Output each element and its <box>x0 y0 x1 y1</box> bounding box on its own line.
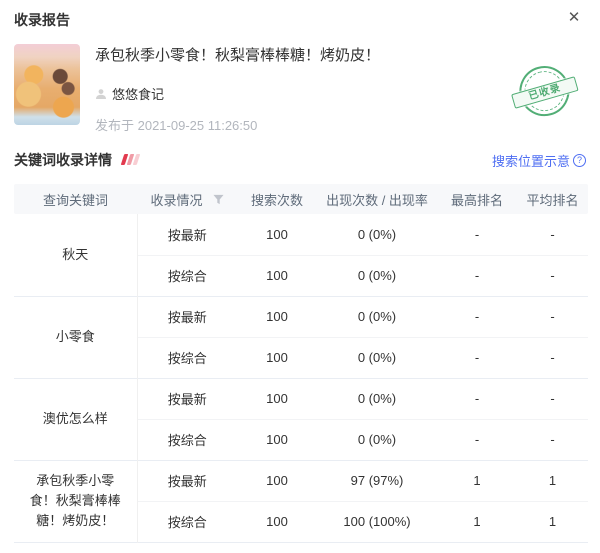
search-position-link-label: 搜索位置示意 <box>492 151 570 170</box>
col-header-searches: 搜索次数 <box>237 184 317 214</box>
appearance-cell: 0 (0%) <box>317 419 437 460</box>
search-position-link[interactable]: 搜索位置示意 ? <box>492 151 586 170</box>
searches-cell: 100 <box>237 501 317 542</box>
avatar-icon <box>95 88 107 100</box>
mode-cell: 按最新 <box>137 460 237 501</box>
note-author-row: 悠悠食记 <box>95 84 496 103</box>
avg-rank-cell: - <box>517 337 588 378</box>
searches-cell: 100 <box>237 255 317 296</box>
table-row: 小零食 按最新 100 0 (0%) - - <box>14 296 588 337</box>
appearance-cell: 0 (0%) <box>317 378 437 419</box>
mode-cell: 按综合 <box>137 419 237 460</box>
searches-cell: 100 <box>237 419 317 460</box>
table-row: 承包秋季小零食！秋梨膏棒棒糖！烤奶皮！ 按最新 100 97 (97%) 1 1 <box>14 460 588 501</box>
avg-rank-cell: - <box>517 296 588 337</box>
best-rank-cell: - <box>437 255 517 296</box>
col-header-keyword: 查询关键词 <box>14 184 137 214</box>
section-header: 关键词收录详情 搜索位置示意 ? <box>14 150 586 170</box>
table-row: 秋天 按最新 100 0 (0%) - - <box>14 214 588 255</box>
modal-header: 收录报告 ✕ <box>14 10 586 32</box>
help-icon[interactable]: ? <box>573 154 586 167</box>
section-title: 关键词收录详情 <box>14 150 112 170</box>
note-author: 悠悠食记 <box>112 84 164 103</box>
mode-cell: 按综合 <box>137 501 237 542</box>
keyword-cell: 澳优怎么样 <box>14 378 137 460</box>
appearance-cell: 100 (100%) <box>317 501 437 542</box>
avg-rank-cell: - <box>517 378 588 419</box>
keyword-cell: 承包秋季小零食！秋梨膏棒棒糖！烤奶皮！ <box>14 460 137 542</box>
appearance-cell: 0 (0%) <box>317 214 437 255</box>
avg-rank-cell: 1 <box>517 460 588 501</box>
mode-cell: 按综合 <box>137 255 237 296</box>
best-rank-cell: - <box>437 337 517 378</box>
appearance-cell: 0 (0%) <box>317 255 437 296</box>
mode-cell: 按最新 <box>137 378 237 419</box>
included-stamp: 已收录 <box>509 57 581 129</box>
note-summary: 承包秋季小零食！秋梨膏棒棒糖！烤奶皮！ 悠悠食记 发布于 2021-09-25 … <box>14 44 586 126</box>
best-rank-cell: - <box>437 419 517 460</box>
searches-cell: 100 <box>237 214 317 255</box>
keyword-cell: 秋天 <box>14 214 137 296</box>
note-title: 承包秋季小零食！秋梨膏棒棒糖！烤奶皮！ <box>95 46 496 66</box>
col-header-appearance: 出现次数 / 出现率 <box>317 184 437 214</box>
col-header-avg-rank: 平均排名 <box>517 184 588 214</box>
filter-icon[interactable] <box>213 194 224 205</box>
searches-cell: 100 <box>237 378 317 419</box>
best-rank-cell: 1 <box>437 501 517 542</box>
searches-cell: 100 <box>237 337 317 378</box>
best-rank-cell: - <box>437 214 517 255</box>
table-header-row: 查询关键词 收录情况 搜索次数 出现次数 / 出现率 最高排名 平均排名 <box>14 184 588 214</box>
appearance-cell: 97 (97%) <box>317 460 437 501</box>
keyword-cell: 小零食 <box>14 296 137 378</box>
avg-rank-cell: - <box>517 214 588 255</box>
best-rank-cell: 1 <box>437 460 517 501</box>
inclusion-report-modal: 收录报告 ✕ 承包秋季小零食！秋梨膏棒棒糖！烤奶皮！ 悠悠食记 发布于 2021… <box>0 0 600 553</box>
close-icon[interactable]: ✕ <box>564 8 584 28</box>
keyword-table: 查询关键词 收录情况 搜索次数 出现次数 / 出现率 最高排名 平均排名 <box>14 184 588 543</box>
modal-title: 收录报告 <box>14 12 70 28</box>
avg-rank-cell: - <box>517 419 588 460</box>
avg-rank-cell: - <box>517 255 588 296</box>
searches-cell: 100 <box>237 296 317 337</box>
searches-cell: 100 <box>237 460 317 501</box>
note-info: 承包秋季小零食！秋梨膏棒棒糖！烤奶皮！ 悠悠食记 发布于 2021-09-25 … <box>95 46 496 134</box>
best-rank-cell: - <box>437 296 517 337</box>
best-rank-cell: - <box>437 378 517 419</box>
appearance-cell: 0 (0%) <box>317 337 437 378</box>
appearance-cell: 0 (0%) <box>317 296 437 337</box>
mode-cell: 按最新 <box>137 214 237 255</box>
col-header-best-rank: 最高排名 <box>437 184 517 214</box>
mode-cell: 按最新 <box>137 296 237 337</box>
table-row: 澳优怎么样 按最新 100 0 (0%) - - <box>14 378 588 419</box>
note-publish-date: 发布于 2021-09-25 11:26:50 <box>95 115 496 134</box>
note-thumbnail <box>14 44 80 125</box>
avg-rank-cell: 1 <box>517 501 588 542</box>
mode-cell: 按综合 <box>137 337 237 378</box>
col-header-mode: 收录情况 <box>137 184 237 214</box>
hot-icon <box>120 152 144 170</box>
col-header-mode-label: 收录情况 <box>150 190 202 209</box>
